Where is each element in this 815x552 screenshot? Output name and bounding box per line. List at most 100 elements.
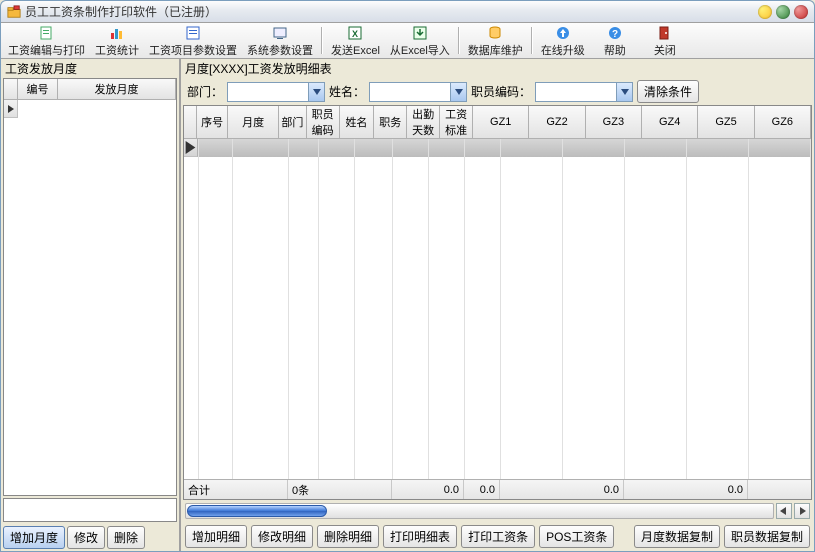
chevron-down-icon[interactable] — [616, 83, 632, 101]
dept-input[interactable] — [228, 83, 308, 101]
summary-v4: 0.0 — [624, 480, 748, 499]
toolbar-label: 工资编辑与打印 — [8, 42, 85, 58]
param-icon — [185, 25, 201, 41]
col-header[interactable]: 部门 — [279, 106, 307, 138]
toolbar-upgrade-button[interactable]: 在线升级 — [536, 23, 590, 58]
empno-combo[interactable] — [535, 82, 633, 102]
close-icon — [657, 25, 673, 41]
detail-action-button[interactable]: 打印明细表 — [383, 525, 457, 548]
edit-month-button[interactable]: 修改 — [67, 526, 105, 549]
col-header[interactable]: GZ1 — [473, 106, 529, 138]
toolbar-send-excel-button[interactable]: X发送Excel — [326, 23, 385, 58]
empno-input[interactable] — [536, 83, 616, 101]
name-input[interactable] — [370, 83, 450, 101]
horizontal-scrollbar[interactable] — [183, 502, 812, 520]
toolbar-label: 帮助 — [604, 42, 626, 58]
toolbar-label: 工资项目参数设置 — [149, 42, 237, 58]
detail-grid-header: 序号月度部门职员编码姓名职务出勤天数工资标准GZ1GZ2GZ3GZ4GZ5GZ6 — [184, 106, 811, 139]
detail-action-button[interactable]: POS工资条 — [539, 525, 614, 548]
summary-v3: 0.0 — [500, 480, 624, 499]
scroll-thumb[interactable] — [187, 505, 327, 517]
left-panel-title: 工资发放月度 — [1, 59, 179, 78]
detail-action-button[interactable]: 删除明细 — [317, 525, 379, 548]
clear-filter-button[interactable]: 清除条件 — [637, 80, 699, 103]
toolbar-db-button[interactable]: 数据库维护 — [463, 23, 528, 58]
summary-label: 合计 — [184, 480, 288, 499]
help-icon: ? — [607, 25, 623, 41]
detail-action-button[interactable]: 月度数据复制 — [634, 525, 720, 548]
upgrade-icon — [555, 25, 571, 41]
detail-title: 月度[XXXX]工资发放明细表 — [181, 59, 814, 78]
detail-action-button[interactable]: 增加明细 — [185, 525, 247, 548]
toolbar-sys-button[interactable]: 系统参数设置 — [242, 23, 318, 58]
toolbar-edit-print-button[interactable]: 工资编辑与打印 — [3, 23, 90, 58]
delete-month-button[interactable]: 删除 — [107, 526, 145, 549]
summary-bar: 合计0条0.00.00.00.0 — [184, 479, 811, 499]
toolbar-label: 从Excel导入 — [390, 42, 450, 58]
toolbar-label: 系统参数设置 — [247, 42, 313, 58]
chevron-down-icon[interactable] — [450, 83, 466, 101]
toolbar-help-button[interactable]: ? 帮助 — [590, 23, 640, 58]
toolbar-import-excel-button[interactable]: 从Excel导入 — [385, 23, 455, 58]
app-window: 员工工资条制作打印软件（已注册） 工资编辑与打印工资统计工资项目参数设置系统参数… — [0, 0, 815, 552]
detail-buttons: 增加明细修改明细删除明细打印明细表打印工资条POS工资条月度数据复制职员数据复制 — [181, 522, 814, 551]
left-panel: 工资发放月度 编号 发放月度 增加月度 修改 删除 — [1, 59, 181, 551]
toolbar-stats-button[interactable]: 工资统计 — [90, 23, 144, 58]
import-excel-icon — [412, 25, 428, 41]
scroll-right-icon[interactable] — [794, 503, 810, 519]
chevron-down-icon[interactable] — [308, 83, 324, 101]
col-header[interactable]: GZ5 — [698, 106, 754, 138]
detail-grid-body[interactable] — [184, 139, 811, 479]
edit-print-icon — [39, 25, 55, 41]
svg-text:?: ? — [612, 29, 618, 40]
maximize-button[interactable] — [776, 5, 790, 19]
add-month-button[interactable]: 增加月度 — [3, 526, 65, 549]
window-title: 员工工资条制作打印软件（已注册） — [25, 3, 754, 20]
detail-grid[interactable]: 序号月度部门职员编码姓名职务出勤天数工资标准GZ1GZ2GZ3GZ4GZ5GZ6… — [183, 105, 812, 500]
toolbar-separator — [320, 27, 324, 54]
app-icon — [7, 5, 21, 19]
toolbar-label: 发送Excel — [331, 42, 380, 58]
toolbar-label: 在线升级 — [541, 42, 585, 58]
col-header[interactable]: GZ2 — [529, 106, 585, 138]
toolbar-label: 关闭 — [654, 42, 676, 58]
right-panel: 月度[XXXX]工资发放明细表 部门： 姓名： 职员编码： 清除条件 序号月度部… — [181, 59, 814, 551]
close-window-button[interactable] — [794, 5, 808, 19]
detail-action-button[interactable]: 打印工资条 — [461, 525, 535, 548]
col-header[interactable]: 月度 — [228, 106, 279, 138]
col-header[interactable]: 职员编码 — [307, 106, 340, 138]
col-header[interactable]: 姓名 — [340, 106, 375, 138]
col-header[interactable]: 出勤天数 — [407, 106, 440, 138]
minimize-button[interactable] — [758, 5, 772, 19]
col-header[interactable]: GZ6 — [755, 106, 811, 138]
month-grid-body[interactable] — [4, 100, 176, 495]
detail-action-button[interactable]: 职员数据复制 — [724, 525, 810, 548]
col-month[interactable]: 发放月度 — [58, 79, 176, 99]
col-header[interactable]: GZ3 — [586, 106, 642, 138]
detail-action-button[interactable]: 修改明细 — [251, 525, 313, 548]
toolbar-param-button[interactable]: 工资项目参数设置 — [144, 23, 242, 58]
dept-label: 部门： — [187, 83, 223, 100]
col-number[interactable]: 编号 — [18, 79, 58, 99]
name-label: 姓名： — [329, 83, 365, 100]
col-header[interactable]: 工资标准 — [440, 106, 473, 138]
toolbar-close-button[interactable]: 关闭 — [640, 23, 690, 58]
send-excel-icon: X — [347, 25, 363, 41]
month-grid[interactable]: 编号 发放月度 — [3, 78, 177, 496]
scroll-track[interactable] — [185, 503, 774, 519]
sys-icon — [272, 25, 288, 41]
dept-combo[interactable] — [227, 82, 325, 102]
col-header[interactable]: 职务 — [374, 106, 407, 138]
name-combo[interactable] — [369, 82, 467, 102]
scroll-left-icon[interactable] — [776, 503, 792, 519]
toolbar-label: 数据库维护 — [468, 42, 523, 58]
month-summary-box — [3, 498, 177, 522]
stats-icon — [109, 25, 125, 41]
col-header[interactable]: 序号 — [197, 106, 228, 138]
row-indicator-icon — [4, 100, 18, 118]
col-header[interactable]: GZ4 — [642, 106, 698, 138]
summary-v1: 0.0 — [392, 480, 464, 499]
toolbar-label: 工资统计 — [95, 42, 139, 58]
toolbar-separator — [530, 27, 534, 54]
month-grid-header: 编号 发放月度 — [4, 79, 176, 100]
